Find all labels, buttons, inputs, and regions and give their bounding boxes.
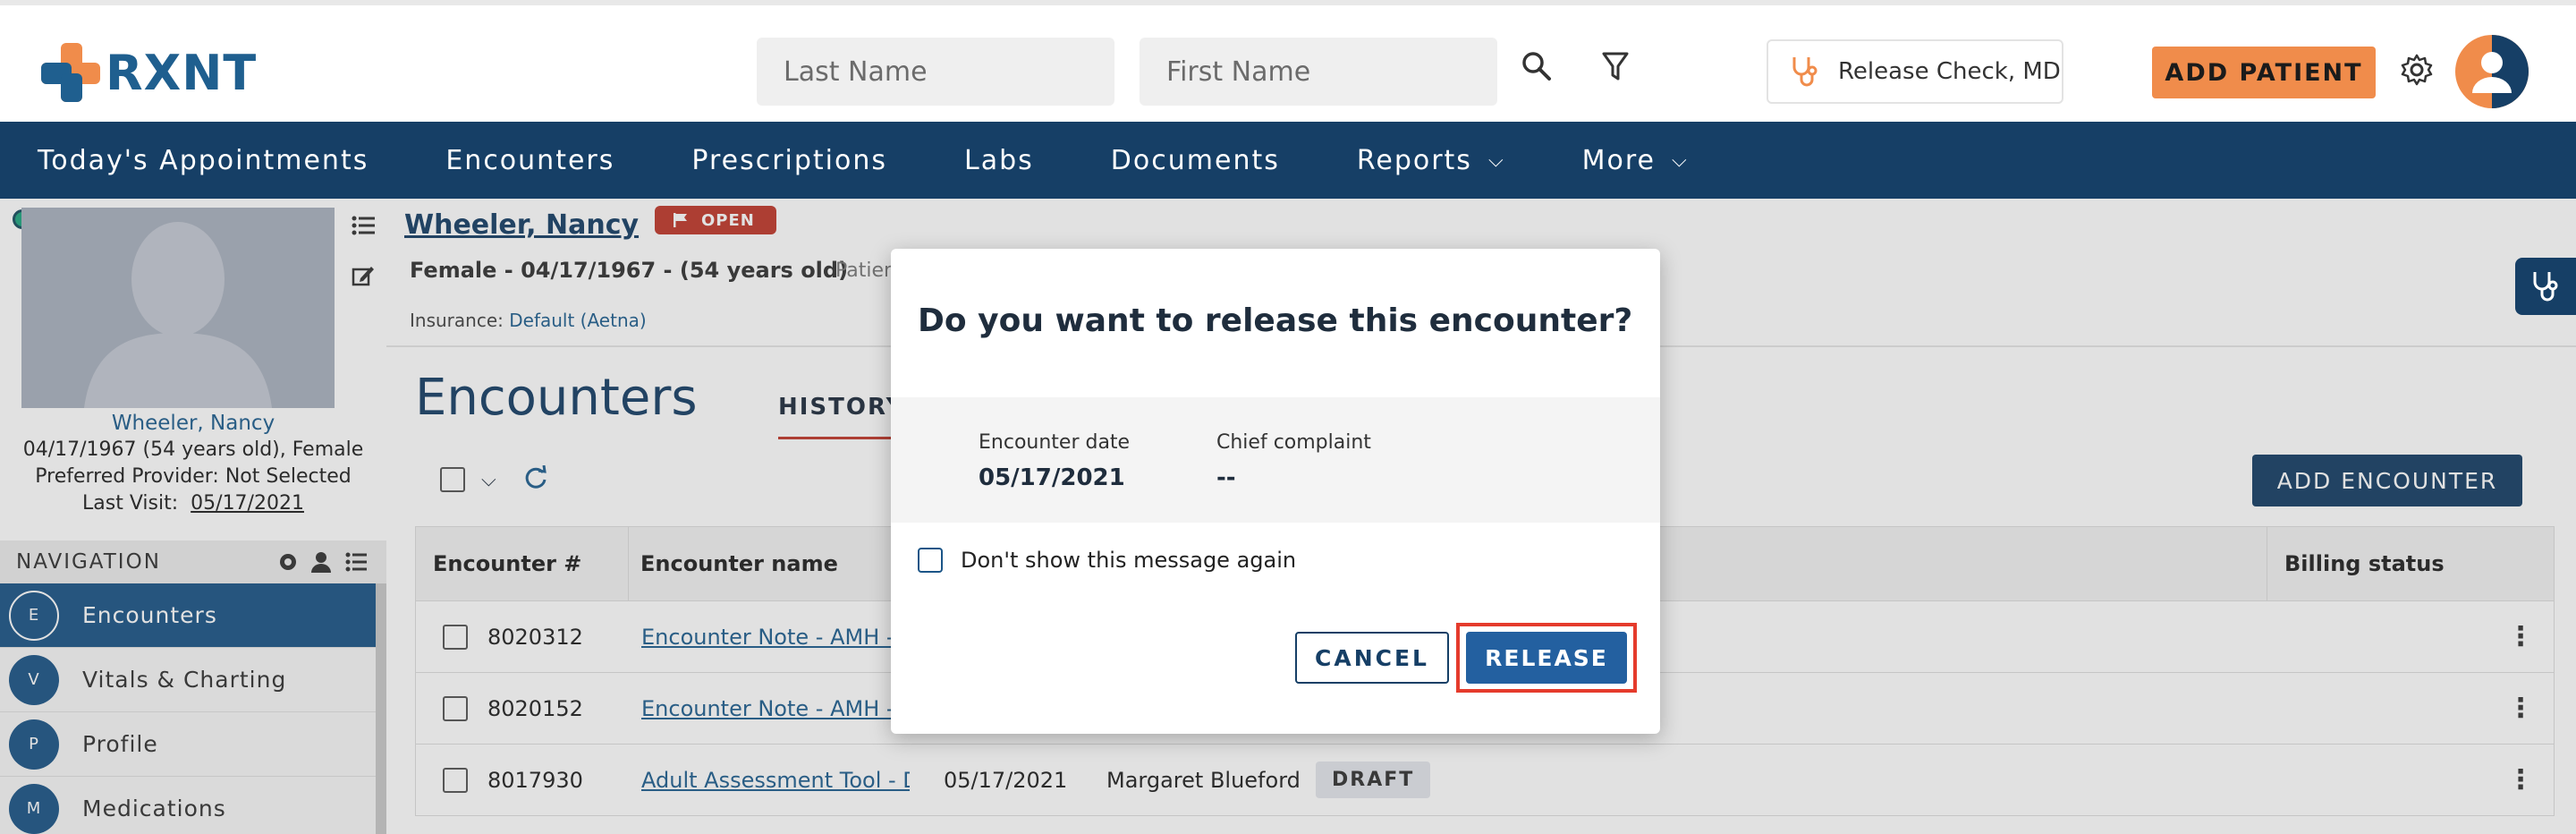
rxnt-logo[interactable]: RXNT xyxy=(41,41,257,104)
search-icon[interactable] xyxy=(1517,47,1556,86)
cancel-button[interactable]: CANCEL xyxy=(1295,632,1449,684)
dialog-title: Do you want to release this encounter? xyxy=(918,302,1633,339)
add-patient-button[interactable]: ADD PATIENT xyxy=(2152,47,2376,98)
nav-reports[interactable]: Reports ⌵ xyxy=(1357,145,1505,176)
nav-documents[interactable]: Documents xyxy=(1111,145,1280,176)
side-stethoscope-tab[interactable] xyxy=(2515,258,2576,315)
nav-more[interactable]: More ⌵ xyxy=(1582,145,1689,176)
logo-text: RXNT xyxy=(106,44,258,101)
release-encounter-dialog: Do you want to release this encounter? E… xyxy=(891,249,1660,734)
first-name-input[interactable] xyxy=(1140,38,1497,106)
checkbox[interactable] xyxy=(918,548,943,573)
stethoscope-icon xyxy=(2533,272,2558,302)
last-name-input[interactable] xyxy=(757,38,1114,106)
chevron-down-icon: ⌵ xyxy=(1487,149,1505,172)
encounter-date-field: Encounter date 05/17/2021 xyxy=(979,431,1131,491)
dont-show-again-checkbox[interactable]: Don't show this message again xyxy=(918,548,1296,573)
nav-todays-appointments[interactable]: Today's Appointments xyxy=(38,145,369,176)
avatar[interactable] xyxy=(2454,34,2529,109)
nav-labs[interactable]: Labs xyxy=(964,145,1034,176)
dialog-info-panel: Encounter date 05/17/2021 Chief complain… xyxy=(891,397,1660,523)
release-button[interactable]: RELEASE xyxy=(1466,632,1627,684)
top-bar: RXNT Release Check, MD ADD PATIENT xyxy=(0,0,2576,122)
main-nav: Today's Appointments Encounters Prescrip… xyxy=(0,122,2576,199)
chief-complaint-field: Chief complaint -- xyxy=(1216,431,1371,491)
stethoscope-icon xyxy=(1792,57,1818,87)
provider-name: Release Check, MD xyxy=(1838,58,2061,85)
filter-icon[interactable] xyxy=(1596,47,1635,86)
gear-icon[interactable] xyxy=(2397,50,2436,89)
chevron-down-icon: ⌵ xyxy=(1672,149,1689,172)
logo-cross-icon xyxy=(41,43,100,102)
nav-encounters[interactable]: Encounters xyxy=(445,145,614,176)
provider-selector[interactable]: Release Check, MD xyxy=(1767,39,2063,104)
nav-prescriptions[interactable]: Prescriptions xyxy=(691,145,887,176)
